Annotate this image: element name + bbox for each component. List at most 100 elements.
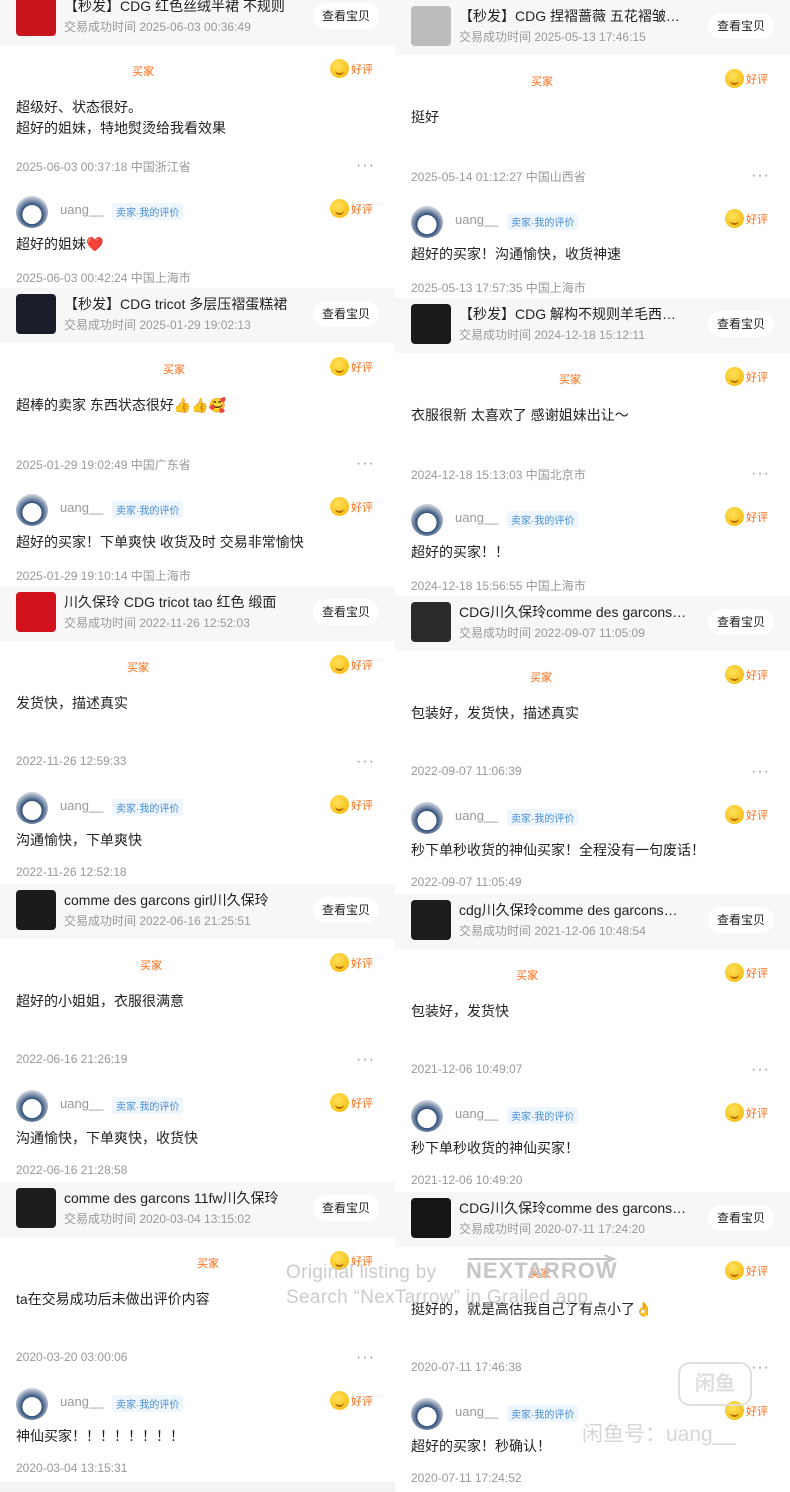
product-title[interactable]: CDG川久保玲comme des garcons外套 — [459, 602, 687, 622]
product-title[interactable]: comme des garcons 11fw川久保玲 — [64, 1188, 292, 1208]
view-item-button[interactable]: 查看宝贝 — [707, 13, 774, 39]
seller-username[interactable]: uang__ — [60, 1394, 103, 1409]
more-options-icon[interactable]: ··· — [356, 455, 375, 473]
good-rating-label: 好评 — [746, 371, 768, 384]
good-rating-badge: 好评 — [725, 1103, 768, 1122]
more-options-icon[interactable]: ··· — [751, 465, 770, 483]
seller-username[interactable]: uang__ — [455, 1404, 498, 1419]
seller-username[interactable]: uang__ — [455, 808, 498, 823]
seller-avatar[interactable] — [16, 792, 48, 824]
review-time: 2021-12-06 10:49:20 — [411, 1173, 523, 1187]
review-time: 2020-07-11 17:24:52 — [411, 1471, 522, 1485]
more-options-icon[interactable]: ··· — [356, 1349, 375, 1367]
review-time: 2022-09-07 11:06:39 — [411, 764, 522, 778]
product-thumbnail[interactable] — [411, 602, 451, 642]
seller-username[interactable]: uang__ — [60, 202, 103, 217]
seller-avatar[interactable] — [16, 196, 48, 228]
view-item-button[interactable]: 查看宝贝 — [707, 609, 774, 635]
seller-avatar[interactable] — [411, 802, 443, 834]
view-item-button[interactable]: 查看宝贝 — [707, 1205, 774, 1231]
smile-emoji-icon — [725, 367, 744, 386]
review-group: comme des garcons 11fw川久保玲 交易成功时间 2020-03… — [0, 1182, 395, 1482]
product-thumbnail[interactable] — [16, 1188, 56, 1228]
product-row[interactable]: 【秒发】CDG 红色丝绒半裙 不规则 交易成功时间 2025-06-03 00:3… — [0, 0, 395, 46]
product-row[interactable]: 川久保玲 CDG tricot tao 红色 缎面 交易成功时间 2022-11-… — [0, 586, 395, 642]
smile-emoji-icon — [330, 497, 349, 516]
product-row[interactable]: 【秒发】CDG 捏褶蔷薇 五花褶皱衬衫交易成功时间 2025-05-13 17:… — [395, 0, 790, 56]
view-item-button[interactable]: 查看宝贝 — [312, 897, 379, 923]
product-row[interactable]: 【秒发】CDG 解构不规则羊毛西装外套 交易成功时间 2024-12-18 15:… — [395, 298, 790, 354]
seller-username[interactable]: uang__ — [455, 212, 498, 227]
product-row[interactable]: 【秒发】CDG tricot 多层压褶蛋糕裙交易成功时间 2025-01-29 … — [0, 288, 395, 344]
product-thumbnail[interactable] — [16, 294, 56, 334]
product-title[interactable]: 【秒发】CDG 解构不规则羊毛西装外套 — [459, 304, 687, 324]
good-rating-badge: 好评 — [330, 59, 373, 78]
seller-avatar[interactable] — [411, 504, 443, 536]
seller-review-tag: 卖家·我的评价 — [112, 203, 184, 220]
seller-username[interactable]: uang__ — [455, 510, 498, 525]
product-row[interactable]: comme des garcons girl川久保玲 交易成功时间 2022-06… — [0, 884, 395, 940]
review-time: 2022-06-16 21:28:58 — [16, 1163, 128, 1177]
review-group: comme des garcons girl川久保玲 交易成功时间 2022-06… — [0, 884, 395, 1184]
view-item-button[interactable]: 查看宝贝 — [707, 907, 774, 933]
product-thumbnail[interactable] — [16, 592, 56, 632]
product-thumbnail[interactable] — [411, 6, 451, 46]
buyer-review: 买家 好评 超棒的卖家 东西状态很好👍👍🥰 2025-01-29 19:02:49 中… — [0, 343, 395, 483]
product-title[interactable]: cdg川久保玲comme des garcons外套 — [459, 900, 687, 920]
product-thumbnail[interactable] — [411, 304, 451, 344]
good-rating-label: 好评 — [746, 1405, 768, 1418]
watermark-brand: NEXTARROW — [466, 1258, 618, 1283]
product-row[interactable]: comme des garcons 11fw川久保玲 交易成功时间 2020-03… — [0, 1182, 395, 1238]
seller-username[interactable]: uang__ — [60, 798, 103, 813]
more-options-icon[interactable]: ··· — [356, 753, 375, 771]
good-rating-badge: 好评 — [330, 795, 373, 814]
review-time: 2020-07-11 17:46:38 — [411, 1360, 522, 1374]
smile-emoji-icon — [725, 507, 744, 526]
product-row[interactable]: cdg川久保玲comme des garcons外套 交易成功时间 2021-12… — [395, 894, 790, 950]
seller-avatar[interactable] — [16, 494, 48, 526]
more-options-icon[interactable]: ··· — [751, 167, 770, 185]
seller-username[interactable]: uang__ — [455, 1106, 498, 1121]
buyer-role-label: 买家 — [531, 76, 553, 88]
seller-avatar[interactable] — [411, 206, 443, 238]
seller-avatar[interactable] — [16, 1090, 48, 1122]
product-thumbnail[interactable] — [411, 1198, 451, 1238]
product-thumbnail[interactable] — [411, 900, 451, 940]
seller-username[interactable]: uang__ — [60, 1096, 103, 1111]
smile-emoji-icon — [725, 1261, 744, 1280]
more-options-icon[interactable]: ··· — [751, 1061, 770, 1079]
view-item-button[interactable]: 查看宝贝 — [312, 599, 379, 625]
left-column: 【秒发】CDG 红色丝绒半裙 不规则 交易成功时间 2025-06-03 00:3… — [0, 0, 395, 1482]
more-options-icon[interactable]: ··· — [751, 1359, 770, 1377]
product-row[interactable]: CDG川久保玲comme des garcons外套 交易成功时间 2020-07… — [395, 1192, 790, 1248]
product-row[interactable]: CDG川久保玲comme des garcons外套 交易成功时间 2022-09… — [395, 596, 790, 652]
product-thumbnail[interactable] — [16, 890, 56, 930]
transaction-time: 交易成功时间 2025-01-29 19:02:13 — [64, 318, 251, 332]
review-group: 川久保玲 CDG tricot tao 红色 缎面 交易成功时间 2022-11-… — [0, 586, 395, 886]
good-rating-label: 好评 — [351, 1395, 373, 1408]
product-title[interactable]: CDG川久保玲comme des garcons外套 — [459, 1198, 687, 1218]
view-item-button[interactable]: 查看宝贝 — [312, 3, 379, 29]
product-title[interactable]: 【秒发】CDG 红色丝绒半裙 不规则 — [64, 0, 292, 16]
view-item-button[interactable]: 查看宝贝 — [312, 301, 379, 327]
more-options-icon[interactable]: ··· — [356, 1051, 375, 1069]
buyer-role-label: 买家 — [516, 970, 538, 982]
review-time: 2025-01-29 19:10:14 中国上海市 — [16, 569, 191, 583]
product-title[interactable]: comme des garcons girl川久保玲 — [64, 890, 292, 910]
product-title[interactable]: 川久保玲 CDG tricot tao 红色 缎面 — [64, 592, 292, 612]
product-title[interactable]: 【秒发】CDG 捏褶蔷薇 五花褶皱衬衫 — [459, 6, 687, 26]
product-title[interactable]: 【秒发】CDG tricot 多层压褶蛋糕裙 — [64, 294, 292, 314]
seller-username[interactable]: uang__ — [60, 500, 103, 515]
product-thumbnail[interactable] — [16, 0, 56, 36]
more-options-icon[interactable]: ··· — [751, 763, 770, 781]
good-rating-badge: 好评 — [330, 1391, 373, 1410]
review-group: CDG川久保玲comme des garcons外套 交易成功时间 2022-09… — [395, 596, 790, 896]
view-item-button[interactable]: 查看宝贝 — [707, 311, 774, 337]
view-item-button[interactable]: 查看宝贝 — [312, 1195, 379, 1221]
transaction-time: 交易成功时间 2025-05-13 17:46:15 — [459, 30, 646, 44]
seller-avatar[interactable] — [411, 1398, 443, 1430]
seller-avatar[interactable] — [411, 1100, 443, 1132]
buyer-role-label: 买家 — [163, 364, 185, 376]
more-options-icon[interactable]: ··· — [356, 157, 375, 175]
seller-avatar[interactable] — [16, 1388, 48, 1420]
